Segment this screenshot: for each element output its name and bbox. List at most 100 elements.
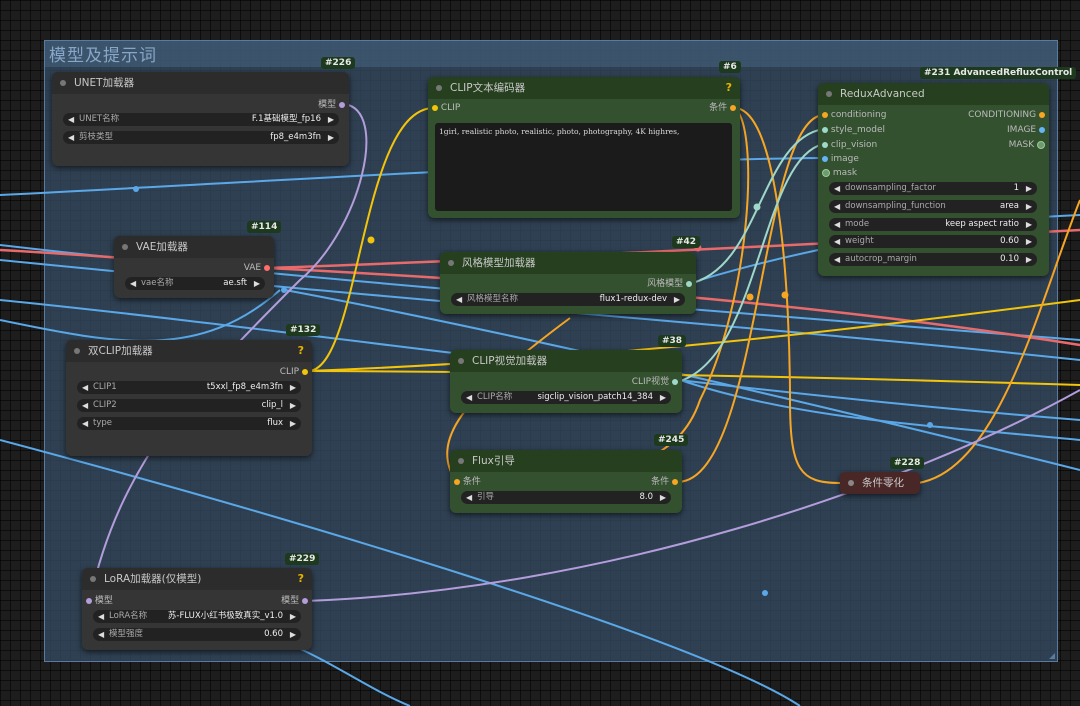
arrow-right-icon[interactable]: ▶	[254, 277, 260, 290]
group-resize-handle[interactable]	[1049, 653, 1055, 659]
slot-dot-icon[interactable]	[672, 378, 678, 385]
output-slot-conditioning[interactable]: 条件	[709, 101, 736, 115]
arrow-right-icon[interactable]: ▶	[290, 417, 296, 430]
collapse-dot-icon[interactable]	[60, 80, 66, 86]
input-slot-conditioning[interactable]: conditioning	[822, 108, 886, 122]
slot-dot-icon[interactable]	[339, 101, 345, 108]
input-slot-clip-vision[interactable]: clip_vision	[822, 138, 877, 152]
widget-mode[interactable]: ◀ mode keep aspect ratio ▶	[829, 218, 1037, 231]
style-model-loader-node[interactable]: 风格模型加载器 风格模型 ◀ 风格模型名称 flux1-redux-dev ▶	[440, 252, 696, 314]
node-header[interactable]: CLIP文本编码器?	[428, 77, 740, 99]
widget-weight[interactable]: ◀ weight 0.60 ▶	[829, 235, 1037, 248]
input-slot-conditioning[interactable]: 条件	[454, 475, 481, 489]
node-header[interactable]: UNET加载器	[52, 72, 349, 94]
input-slot-style-model[interactable]: style_model	[822, 123, 885, 137]
output-slot-clip-vision[interactable]: CLIP视觉	[632, 375, 678, 389]
collapse-dot-icon[interactable]	[458, 458, 464, 464]
node-header[interactable]: CLIP视觉加载器	[450, 350, 682, 372]
arrow-right-icon[interactable]: ▶	[1026, 253, 1032, 266]
arrow-right-icon[interactable]: ▶	[1026, 218, 1032, 231]
arrow-left-icon[interactable]: ◀	[82, 417, 88, 430]
arrow-right-icon[interactable]: ▶	[290, 399, 296, 412]
help-icon[interactable]: ?	[298, 568, 304, 590]
output-slot-conditioning[interactable]: CONDITIONING	[968, 108, 1045, 122]
redux-advanced-node[interactable]: ReduxAdvanced conditioning style_model c…	[818, 83, 1049, 276]
node-header[interactable]: VAE加载器	[114, 236, 274, 258]
help-icon[interactable]: ?	[298, 340, 304, 362]
slot-dot-icon[interactable]	[672, 478, 678, 485]
prompt-textarea[interactable]: 1girl, realistic photo, realistic, photo…	[435, 123, 732, 211]
arrow-left-icon[interactable]: ◀	[834, 200, 840, 213]
output-slot-style-model[interactable]: 风格模型	[647, 277, 692, 291]
arrow-right-icon[interactable]: ▶	[328, 113, 334, 126]
arrow-right-icon[interactable]: ▶	[660, 491, 666, 504]
arrow-right-icon[interactable]: ▶	[290, 381, 296, 394]
slot-dot-icon[interactable]	[1037, 140, 1045, 149]
slot-dot-icon[interactable]	[822, 168, 830, 177]
input-slot-clip[interactable]: CLIP	[432, 101, 460, 115]
arrow-left-icon[interactable]: ◀	[466, 391, 472, 404]
input-slot-image[interactable]: image	[822, 152, 859, 166]
flux-guidance-node[interactable]: Flux引导 条件 条件 ◀ 引导 8.0 ▶	[450, 450, 682, 513]
slot-dot-icon[interactable]	[822, 155, 828, 162]
arrow-right-icon[interactable]: ▶	[290, 628, 296, 641]
arrow-left-icon[interactable]: ◀	[834, 218, 840, 231]
slot-dot-icon[interactable]	[822, 126, 828, 133]
slot-dot-icon[interactable]	[1039, 111, 1045, 118]
node-header[interactable]: 双CLIP加载器?	[66, 340, 312, 362]
clip-vision-loader-node[interactable]: CLIP视觉加载器 CLIP视觉 ◀ CLIP名称 sigclip_vision_p…	[450, 350, 682, 413]
arrow-left-icon[interactable]: ◀	[834, 182, 840, 195]
output-slot-model[interactable]: 模型	[281, 594, 308, 608]
arrow-right-icon[interactable]: ▶	[1026, 235, 1032, 248]
slot-dot-icon[interactable]	[302, 368, 308, 375]
node-header[interactable]: 条件零化	[840, 472, 920, 494]
arrow-left-icon[interactable]: ◀	[834, 235, 840, 248]
arrow-left-icon[interactable]: ◀	[68, 113, 74, 126]
slot-dot-icon[interactable]	[730, 104, 736, 111]
slot-dot-icon[interactable]	[432, 104, 438, 111]
clip-text-encode-node[interactable]: CLIP文本编码器? CLIP 条件 1girl, realistic phot…	[428, 77, 740, 218]
input-slot-mask[interactable]: mask	[822, 166, 857, 180]
node-header[interactable]: ReduxAdvanced	[818, 83, 1049, 105]
widget-guidance[interactable]: ◀ 引导 8.0 ▶	[461, 491, 671, 504]
collapse-dot-icon[interactable]	[90, 576, 96, 582]
collapse-dot-icon[interactable]	[848, 480, 854, 486]
input-slot-model[interactable]: 模型	[86, 594, 113, 608]
arrow-right-icon[interactable]: ▶	[674, 293, 680, 306]
output-slot-mask[interactable]: MASK	[1009, 138, 1045, 152]
widget-downsampling-factor[interactable]: ◀ downsampling_factor 1 ▶	[829, 182, 1037, 195]
output-slot-vae[interactable]: VAE	[244, 261, 270, 275]
collapse-dot-icon[interactable]	[448, 260, 454, 266]
widget-autocrop-margin[interactable]: ◀ autocrop_margin 0.10 ▶	[829, 253, 1037, 266]
arrow-left-icon[interactable]: ◀	[82, 399, 88, 412]
output-slot-image[interactable]: IMAGE	[1007, 123, 1045, 137]
slot-dot-icon[interactable]	[264, 264, 270, 271]
output-slot-conditioning[interactable]: 条件	[651, 475, 678, 489]
arrow-right-icon[interactable]: ▶	[660, 391, 666, 404]
arrow-right-icon[interactable]: ▶	[1026, 200, 1032, 213]
unet-loader-node[interactable]: UNET加载器 模型 ◀ UNET名称 F.1基础模型_fp16 ▶ ◀ 剪枝类型 fp8…	[52, 72, 349, 166]
arrow-left-icon[interactable]: ◀	[98, 610, 104, 623]
widget-style-model-name[interactable]: ◀ 风格模型名称 flux1-redux-dev ▶	[451, 293, 685, 306]
collapse-dot-icon[interactable]	[458, 358, 464, 364]
slot-dot-icon[interactable]	[822, 141, 828, 148]
slot-dot-icon[interactable]	[1039, 126, 1045, 133]
node-header[interactable]: 风格模型加载器	[440, 252, 696, 274]
node-header[interactable]: Flux引导	[450, 450, 682, 472]
widget-weight-dtype[interactable]: ◀ 剪枝类型 fp8_e4m3fn ▶	[63, 131, 339, 144]
widget-clip2[interactable]: ◀ CLIP2 clip_l ▶	[77, 399, 301, 412]
output-slot-clip[interactable]: CLIP	[280, 365, 308, 379]
arrow-left-icon[interactable]: ◀	[98, 628, 104, 641]
arrow-left-icon[interactable]: ◀	[466, 491, 472, 504]
widget-lora-name[interactable]: ◀ LoRA名称 苏-FLUX小红书极致真实_v1.0 ▶	[93, 610, 301, 623]
slot-dot-icon[interactable]	[86, 597, 92, 604]
widget-model-strength[interactable]: ◀ 模型强度 0.60 ▶	[93, 628, 301, 641]
dual-clip-loader-node[interactable]: 双CLIP加载器? CLIP ◀ CLIP1 t5xxl_fp8_e4m3fn ▶ ◀…	[66, 340, 312, 456]
widget-unet-name[interactable]: ◀ UNET名称 F.1基础模型_fp16 ▶	[63, 113, 339, 126]
node-header[interactable]: LoRA加载器(仅模型)?	[82, 568, 312, 590]
arrow-left-icon[interactable]: ◀	[82, 381, 88, 394]
widget-clip1[interactable]: ◀ CLIP1 t5xxl_fp8_e4m3fn ▶	[77, 381, 301, 394]
lora-loader-node[interactable]: LoRA加载器(仅模型)? 模型 模型 ◀ LoRA名称 苏-FLUX小红书极致真实…	[82, 568, 312, 650]
slot-dot-icon[interactable]	[686, 280, 692, 287]
conditioning-zero-out-node[interactable]: 条件零化	[840, 472, 920, 494]
